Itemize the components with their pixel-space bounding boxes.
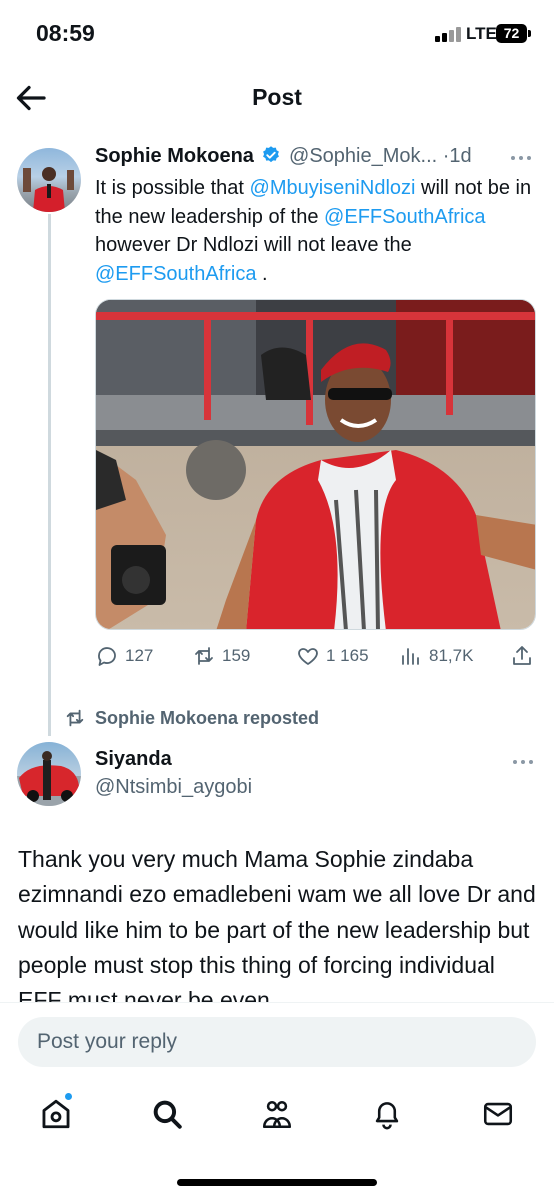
post-image[interactable] — [95, 299, 536, 630]
top-nav: Post — [0, 66, 554, 130]
signal-icon — [435, 26, 461, 42]
reply-composer[interactable] — [18, 1017, 536, 1067]
post-photo — [96, 300, 535, 629]
reply-author-handle[interactable]: @Ntsimbi_aygobi — [95, 776, 252, 799]
repost-label: Sophie Mokoena reposted — [95, 707, 320, 728]
like-count: 1 165 — [326, 646, 369, 665]
mention-link[interactable]: @EFFSouthAfrica — [324, 206, 485, 228]
author-handle[interactable]: @Sophie_Mok... — [289, 145, 437, 167]
thread-line — [48, 214, 51, 736]
tab-messages[interactable] — [481, 1097, 515, 1131]
mention-link[interactable]: @MbuyiseniNdlozi — [250, 177, 416, 199]
mention-link[interactable]: @EFFSouthAfrica — [95, 263, 256, 285]
post-text: It is possible that @MbuyiseniNdlozi wil… — [95, 174, 540, 288]
reply-more-button[interactable] — [510, 749, 536, 775]
tab-bar — [0, 1092, 554, 1139]
repost-button[interactable]: 159 — [192, 642, 250, 670]
network-label: LTE — [466, 24, 497, 43]
tab-search[interactable] — [150, 1097, 184, 1131]
repost-count: 159 — [222, 646, 251, 665]
tab-home[interactable] — [39, 1092, 73, 1131]
bell-icon — [375, 1102, 399, 1130]
communities-icon — [262, 1100, 292, 1129]
home-icon — [42, 1099, 70, 1129]
heart-icon — [298, 648, 318, 665]
status-bar: 08:59 LTE 72 — [0, 0, 554, 66]
battery-tip — [528, 30, 531, 37]
battery-icon: 72 — [496, 24, 527, 43]
like-button[interactable]: 1 165 — [296, 642, 369, 670]
more-dots-icon — [511, 156, 531, 160]
reply-avatar[interactable] — [17, 742, 81, 806]
page-title: Post — [252, 84, 302, 110]
notification-dot — [64, 1092, 73, 1101]
share-icon — [513, 646, 531, 665]
reply-count: 127 — [125, 646, 154, 665]
repost-icon — [66, 709, 84, 727]
reply-input[interactable] — [18, 1017, 536, 1067]
tab-notifications[interactable] — [370, 1097, 404, 1131]
author-name[interactable]: Sophie Mokoena — [95, 145, 254, 167]
views-count: 81,7K — [429, 646, 474, 665]
mail-icon — [483, 1102, 513, 1126]
reply-button[interactable]: 127 — [95, 642, 153, 670]
more-button[interactable] — [508, 145, 534, 171]
views-button[interactable]: 81,7K — [399, 642, 473, 670]
reply-text: Thank you very much Mama Sophie zindaba … — [18, 846, 536, 1002]
tab-communities[interactable] — [260, 1097, 294, 1131]
post-text-part: . — [256, 262, 268, 285]
post-text-part: however Dr Ndlozi will not leave the — [95, 234, 412, 256]
post-actions: 127 159 1 165 81,7K — [95, 642, 540, 670]
post-text-part: It is possible that — [95, 177, 250, 199]
reply-icon — [98, 647, 116, 666]
repost-icon — [195, 647, 213, 665]
verified-badge-icon — [263, 146, 280, 163]
repost-indicator[interactable]: Sophie Mokoena reposted — [64, 706, 319, 730]
more-dots-icon — [513, 760, 533, 764]
post-header: Sophie Mokoena @Sophie_Mok... ·1d — [95, 145, 540, 173]
reply-author-name[interactable]: Siyanda — [95, 748, 172, 771]
search-icon — [153, 1100, 182, 1129]
avatar[interactable] — [17, 148, 81, 212]
home-indicator[interactable] — [177, 1179, 377, 1186]
views-chart-icon — [402, 648, 419, 665]
bottom-bar — [0, 1002, 554, 1200]
status-time: 08:59 — [36, 20, 95, 46]
share-button[interactable] — [510, 642, 540, 670]
post-time[interactable]: 1d — [449, 145, 471, 167]
